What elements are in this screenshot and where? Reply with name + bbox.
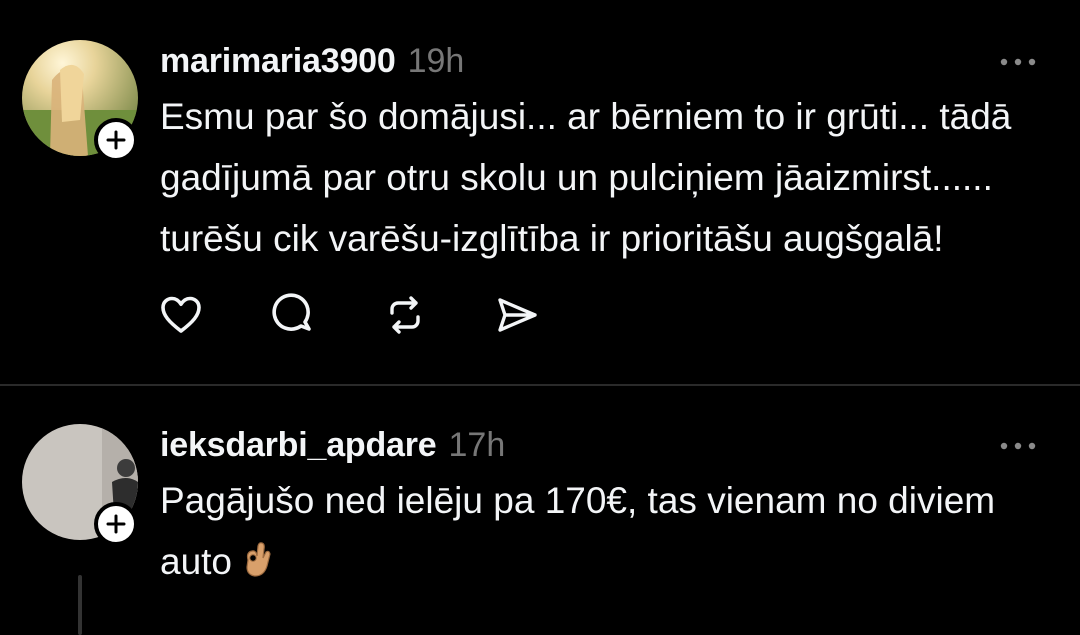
post-divider — [0, 384, 1080, 386]
username[interactable]: marimaria3900 — [160, 42, 396, 81]
post-header: ieksdarbi_apdare 17h — [160, 426, 505, 465]
share-button[interactable] — [494, 292, 540, 338]
plus-icon — [106, 130, 126, 150]
post-text-content: Pagājušo ned ielēju pa 170€, tas vienam … — [160, 480, 996, 582]
more-icon — [1000, 58, 1036, 66]
plus-icon — [106, 514, 126, 534]
repost-icon — [390, 296, 420, 334]
timestamp: 19h — [407, 42, 465, 80]
more-button[interactable] — [996, 436, 1040, 456]
share-icon — [498, 298, 537, 332]
comment-button[interactable] — [270, 292, 316, 338]
post-text: Esmu par šo domājusi... ar bērniem to ir… — [160, 96, 1012, 259]
action-bar — [158, 292, 606, 338]
heart-icon — [161, 296, 201, 333]
more-button[interactable] — [996, 52, 1040, 72]
comment-icon — [272, 293, 311, 331]
thread-line — [78, 575, 82, 635]
avatar-wrap[interactable] — [22, 424, 138, 546]
post-header: marimaria3900 19h — [160, 42, 464, 81]
avatar-wrap[interactable] — [22, 40, 138, 162]
post-text: Pagājušo ned ielēju pa 170€, tas vienam … — [160, 470, 1040, 596]
username[interactable]: ieksdarbi_apdare — [160, 426, 437, 465]
thread-post-1: marimaria3900 19h Esmu par šo domājusi..… — [0, 36, 1080, 384]
thread-post-2: ieksdarbi_apdare 17h Pagājušo ned ielēju… — [0, 420, 1080, 620]
more-icon — [1000, 442, 1036, 450]
like-button[interactable] — [158, 292, 204, 338]
follow-button[interactable] — [94, 118, 138, 162]
timestamp: 17h — [448, 426, 506, 464]
ok-hand-emoji — [242, 535, 272, 596]
follow-button[interactable] — [94, 502, 138, 546]
repost-button[interactable] — [382, 292, 428, 338]
